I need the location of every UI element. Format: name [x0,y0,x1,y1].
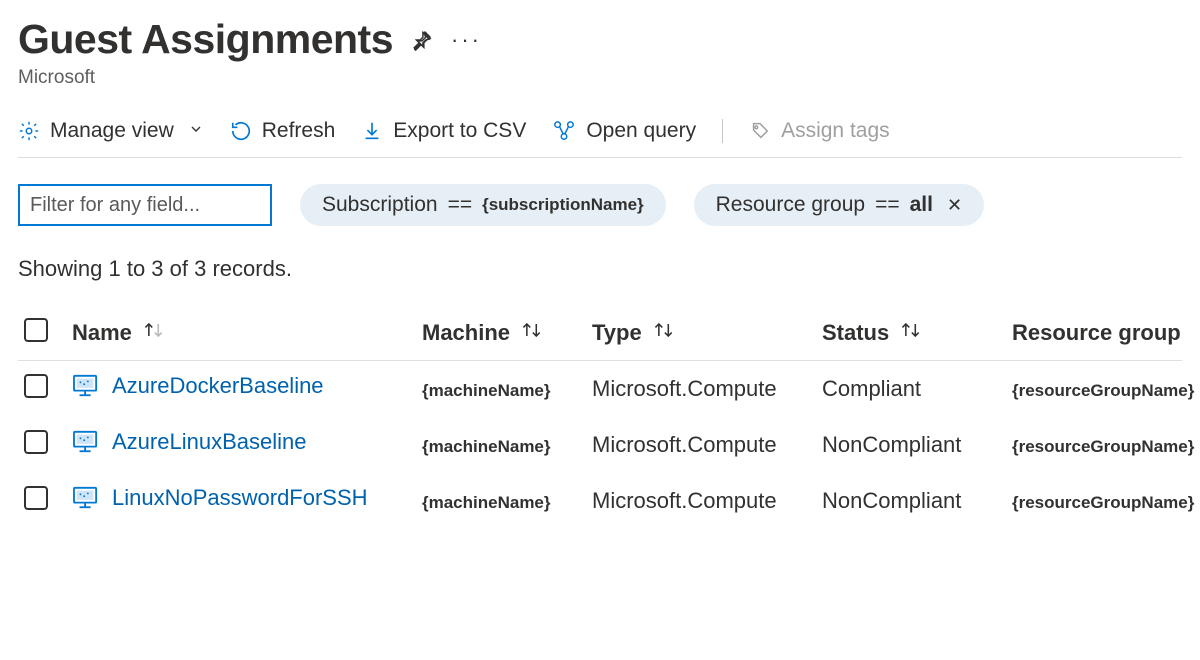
page-title: Guest Assignments [18,16,393,63]
refresh-label: Refresh [262,119,336,143]
chevron-down-icon [188,119,204,143]
open-query-label: Open query [586,119,696,143]
page-subtitle: Microsoft [18,67,1182,89]
select-all-checkbox[interactable] [24,318,48,342]
status-cell: NonCompliant [816,417,1006,473]
refresh-icon [230,120,252,142]
pill-rg-op: == [875,193,900,217]
assign-tags-label: Assign tags [781,119,890,143]
query-icon [552,120,576,142]
refresh-button[interactable]: Refresh [230,119,336,143]
row-checkbox[interactable] [24,486,48,510]
status-cell: NonCompliant [816,473,1006,529]
type-cell: Microsoft.Compute [586,473,816,529]
export-csv-label: Export to CSV [393,119,526,143]
manage-view-label: Manage view [50,119,174,143]
column-header-status[interactable]: Status [816,306,1006,361]
assignments-table: Name Machine Type [18,306,1182,528]
machine-cell: {machineName} [422,437,551,456]
pill-rg-label: Resource group [716,193,865,217]
resource-group-cell: {resourceGroupName} [1012,437,1194,456]
column-type-label: Type [592,320,642,345]
assignment-name-link[interactable]: AzureDockerBaseline [112,373,324,399]
pill-subscription-value: {subscriptionName} [482,195,644,215]
resource-group-cell: {resourceGroupName} [1012,493,1194,512]
close-icon[interactable]: ✕ [947,195,962,216]
filter-pill-resource-group[interactable]: Resource group == all ✕ [694,184,984,226]
sort-icon [520,320,544,340]
sort-icon [899,320,923,340]
sort-icon [652,320,676,340]
column-rg-label: Resource group [1012,320,1181,345]
records-summary: Showing 1 to 3 of 3 records. [18,256,1182,282]
sort-icon [142,320,166,340]
pill-subscription-op: == [448,193,473,217]
pill-rg-value: all [910,193,933,217]
toolbar: Manage view Refresh Export to CSV [18,119,1182,158]
filter-pill-subscription[interactable]: Subscription == {subscriptionName} [300,184,666,226]
type-cell: Microsoft.Compute [586,417,816,473]
column-header-name[interactable]: Name [66,306,416,361]
column-header-type[interactable]: Type [586,306,816,361]
table-row: AzureLinuxBaseline {machineName} Microso… [18,417,1182,473]
assignment-name-link[interactable]: LinuxNoPasswordForSSH [112,485,368,511]
column-status-label: Status [822,320,889,345]
toolbar-separator [722,119,723,143]
column-header-resource-group[interactable]: Resource group [1006,306,1182,361]
machine-cell: {machineName} [422,381,551,400]
type-cell: Microsoft.Compute [586,361,816,417]
vm-icon [72,374,100,398]
pill-subscription-label: Subscription [322,193,438,217]
more-icon[interactable]: ··· [451,27,482,53]
row-checkbox[interactable] [24,374,48,398]
assign-tags-button[interactable]: Assign tags [749,119,890,143]
vm-icon [72,430,100,454]
tag-icon [749,120,771,142]
machine-cell: {machineName} [422,493,551,512]
vm-icon [72,486,100,510]
gear-icon [18,120,40,142]
column-machine-label: Machine [422,320,510,345]
column-header-machine[interactable]: Machine [416,306,586,361]
status-cell: Compliant [816,361,1006,417]
column-name-label: Name [72,320,132,345]
filters-row: Subscription == {subscriptionName} Resou… [18,184,1182,226]
manage-view-button[interactable]: Manage view [18,119,204,143]
table-row: AzureDockerBaseline {machineName} Micros… [18,361,1182,417]
export-csv-button[interactable]: Export to CSV [361,119,526,143]
filter-input[interactable] [18,184,272,226]
pin-icon[interactable] [411,29,433,51]
download-icon [361,120,383,142]
table-row: LinuxNoPasswordForSSH {machineName} Micr… [18,473,1182,529]
assignment-name-link[interactable]: AzureLinuxBaseline [112,429,306,455]
row-checkbox[interactable] [24,430,48,454]
open-query-button[interactable]: Open query [552,119,696,143]
resource-group-cell: {resourceGroupName} [1012,381,1194,400]
